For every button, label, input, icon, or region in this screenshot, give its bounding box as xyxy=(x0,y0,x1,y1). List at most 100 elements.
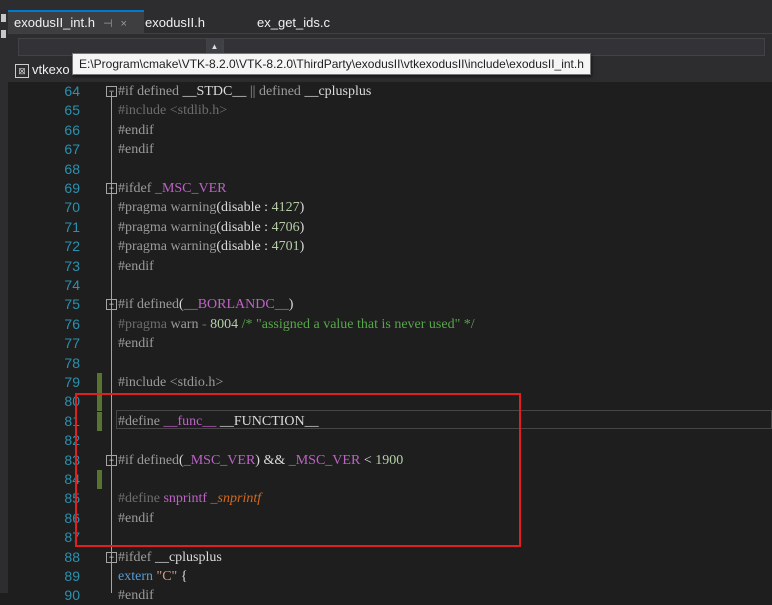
code-text: #if defined __STDC__ || defined __cplusp… xyxy=(118,82,371,101)
line-number: 81 xyxy=(64,412,80,429)
toolbox-marker[interactable] xyxy=(1,14,6,22)
code-token: warn xyxy=(170,316,202,332)
line-number: 88 xyxy=(64,548,80,565)
code-line[interactable]: 75 − #if defined(__BORLANDC__) xyxy=(8,295,772,314)
collapse-icon[interactable]: − xyxy=(106,183,117,194)
tab-exodusII-int-h[interactable]: exodusII_int.h ⊣ × xyxy=(8,10,144,33)
code-line[interactable]: 64 − #if defined __STDC__ || defined __cpl… xyxy=(8,82,772,101)
code-text: #endif xyxy=(118,140,154,159)
line-number: 87 xyxy=(64,529,80,546)
code-text: #endif xyxy=(118,334,154,353)
code-line[interactable]: 65 #include <stdlib.h> xyxy=(8,101,772,120)
code-line[interactable]: 71 #pragma warning(disable : 4706) xyxy=(8,218,772,237)
code-token: __cplusplus xyxy=(304,84,372,99)
code-line[interactable]: 90 #endif xyxy=(8,586,772,605)
code-line[interactable]: 70 #pragma warning(disable : 4127) xyxy=(8,198,772,217)
line-number: 75 xyxy=(64,296,80,313)
code-text: #include <stdlib.h> xyxy=(118,101,227,120)
code-token: #endif xyxy=(118,258,154,274)
code-token: #if xyxy=(118,84,138,99)
code-text: #pragma warning(disable : 4127) xyxy=(118,198,304,217)
code-line[interactable]: 69 − #ifdef _MSC_VER xyxy=(8,179,772,198)
code-line[interactable]: 66 #endif xyxy=(8,121,772,140)
tab-exodusII-h[interactable]: exodusII.h xyxy=(145,12,205,33)
code-token: <stdio.h> xyxy=(169,375,224,390)
code-line[interactable]: 79 #include <stdio.h> xyxy=(8,373,772,392)
code-line[interactable]: 76 #pragma warn - 8004 /* "assigned a val… xyxy=(8,315,772,334)
code-text: #endif xyxy=(118,586,154,605)
code-token: #ifdef xyxy=(118,549,155,565)
code-token: #pragma xyxy=(118,316,171,332)
toolbox-marker[interactable] xyxy=(1,30,6,38)
line-number: 64 xyxy=(64,83,80,99)
code-token: ) xyxy=(299,219,305,235)
code-token: #if defined xyxy=(118,297,180,313)
code-text: #endif xyxy=(118,121,154,140)
change-indicator xyxy=(97,373,102,392)
code-token: "C" xyxy=(156,569,181,584)
project-label[interactable]: vtkexo xyxy=(32,62,70,77)
code-token: #endif xyxy=(118,336,154,352)
line-number: 78 xyxy=(64,354,80,371)
code-line[interactable]: 67 #endif xyxy=(8,140,772,159)
code-token: __cplusplus xyxy=(154,549,222,565)
tab-label: exodusII_int.h xyxy=(14,15,95,30)
code-token: _MSC_VER xyxy=(154,181,227,196)
code-text: #ifdef __cplusplus xyxy=(118,548,222,567)
code-line[interactable]: 78 xyxy=(8,354,772,373)
code-token: (disable : xyxy=(216,239,272,255)
tab-bar: exodusII_int.h ⊣ × exodusII.h ex_get_ids.c xyxy=(0,0,772,33)
code-line[interactable]: 77 #endif xyxy=(8,334,772,353)
code-token: ) xyxy=(299,239,305,255)
code-token: ) xyxy=(299,200,305,216)
code-token: __STDC__ xyxy=(182,84,250,99)
collapse-icon[interactable]: − xyxy=(106,551,117,563)
line-number: 80 xyxy=(64,393,80,410)
code-token: /* "assigned a value that is never used"… xyxy=(241,316,475,332)
code-token: defined xyxy=(258,84,305,99)
tab-ex-get-ids-c[interactable]: ex_get_ids.c xyxy=(257,12,330,33)
line-number: 85 xyxy=(64,490,80,507)
line-number: 65 xyxy=(64,102,80,119)
line-number: 68 xyxy=(64,160,80,177)
code-line[interactable]: 88 − #ifdef __cplusplus xyxy=(8,548,772,567)
highlight-box xyxy=(75,393,521,547)
code-line[interactable]: 68 xyxy=(8,160,772,179)
code-token: || xyxy=(249,84,259,99)
line-number: 76 xyxy=(64,315,80,332)
pin-icon[interactable]: ⊣ xyxy=(103,18,113,30)
line-number: 84 xyxy=(64,471,80,487)
code-token: 8004 xyxy=(210,316,242,332)
line-number: 82 xyxy=(64,432,80,449)
code-token: defined xyxy=(137,84,183,99)
code-text: #if defined(__BORLANDC__) xyxy=(118,295,293,314)
close-icon[interactable]: × xyxy=(121,18,127,30)
code-line[interactable]: 73 #endif xyxy=(8,257,772,276)
code-token: #include xyxy=(118,375,170,390)
code-line[interactable]: 72 #pragma warning(disable : 4701) xyxy=(8,237,772,256)
line-number: 83 xyxy=(64,451,80,468)
collapse-icon[interactable]: − xyxy=(106,299,117,311)
code-text: #pragma warning(disable : 4706) xyxy=(118,218,304,237)
code-token: #endif xyxy=(118,588,154,604)
line-number: 66 xyxy=(64,121,80,138)
code-text: #endif xyxy=(118,257,154,276)
code-text: #ifdef _MSC_VER xyxy=(118,179,227,198)
code-token: 4701 xyxy=(271,239,300,255)
code-token: #pragma warning xyxy=(118,200,217,216)
code-text: extern "C" { xyxy=(118,567,188,586)
code-token: - xyxy=(201,316,211,332)
code-token: #pragma warning xyxy=(118,239,217,255)
line-number: 69 xyxy=(64,180,80,196)
code-line[interactable]: 74 xyxy=(8,276,772,295)
left-tool-strip xyxy=(0,0,8,593)
line-number: 67 xyxy=(64,141,80,158)
line-number: 89 xyxy=(64,568,80,584)
line-number: 70 xyxy=(64,199,80,216)
code-token: #endif xyxy=(118,122,154,138)
collapse-icon[interactable]: − xyxy=(106,86,117,97)
code-line[interactable]: 89 extern "C" { xyxy=(8,567,772,586)
line-number: 77 xyxy=(64,335,80,352)
line-number: 90 xyxy=(64,587,80,604)
line-number: 86 xyxy=(64,509,80,526)
